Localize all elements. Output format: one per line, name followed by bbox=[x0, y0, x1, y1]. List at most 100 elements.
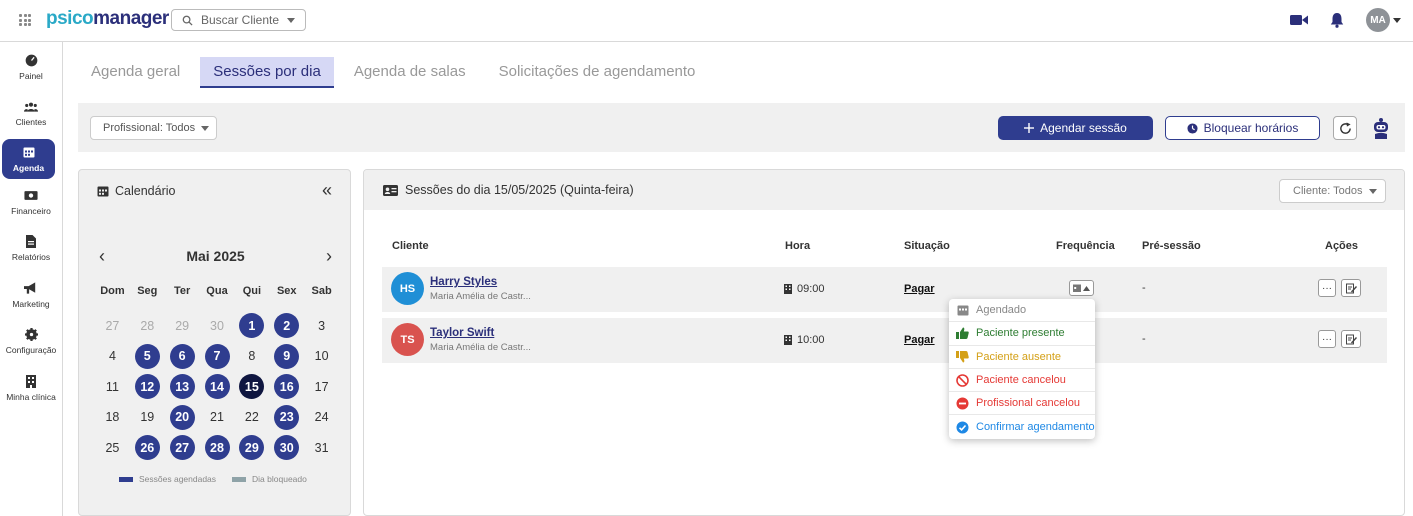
calendar-day[interactable]: 18 bbox=[95, 402, 130, 433]
calendar-day[interactable]: 22 bbox=[234, 402, 269, 433]
calendar-day[interactable]: 5 bbox=[130, 341, 165, 372]
calendar-day[interactable]: 12 bbox=[130, 372, 165, 403]
sidebar-item-relatorios[interactable]: Relatórios bbox=[0, 226, 62, 273]
column-header-actions: Ações bbox=[1325, 240, 1359, 252]
tab-sessoes-por-dia[interactable]: Sessões por dia bbox=[200, 57, 334, 88]
pay-link[interactable]: Pagar bbox=[904, 283, 935, 295]
session-time: 09:00 bbox=[784, 283, 825, 295]
ban-icon bbox=[956, 373, 969, 387]
calendar-day[interactable]: 14 bbox=[200, 372, 235, 403]
calendar-day-number: 31 bbox=[314, 440, 329, 455]
report-icon bbox=[24, 235, 38, 249]
refresh-button[interactable] bbox=[1333, 116, 1357, 140]
calendar-day[interactable]: 8 bbox=[234, 341, 269, 372]
calendar-day[interactable]: 10 bbox=[304, 341, 339, 372]
block-hours-button[interactable]: Bloquear horários bbox=[1165, 116, 1320, 140]
client-filter[interactable]: Cliente: Todos bbox=[1279, 179, 1386, 203]
weekday-header: Dom bbox=[100, 285, 125, 297]
sidebar-item-agenda[interactable]: Agenda bbox=[2, 139, 55, 179]
client-name-link[interactable]: Harry Styles bbox=[430, 276, 497, 288]
calendar-day[interactable]: 23 bbox=[269, 402, 304, 433]
calendar-day[interactable]: 13 bbox=[165, 372, 200, 403]
professional-filter[interactable]: Profissional: Todos bbox=[90, 116, 217, 140]
menu-item-paciente-ausente[interactable]: Paciente ausente bbox=[949, 346, 1095, 369]
menu-item-paciente-cancelou[interactable]: Paciente cancelou bbox=[949, 369, 1095, 393]
calendar-day[interactable]: 30 bbox=[200, 311, 235, 342]
sidebar-item-marketing[interactable]: Marketing bbox=[0, 272, 62, 319]
calendar-day[interactable]: 27 bbox=[95, 311, 130, 342]
next-month-icon[interactable]: › bbox=[320, 246, 338, 267]
calendar-day[interactable]: 30 bbox=[269, 433, 304, 464]
calendar-day[interactable]: 16 bbox=[269, 372, 304, 403]
calendar-day-number: 1 bbox=[239, 313, 265, 339]
client-name-link[interactable]: Taylor Swift bbox=[430, 327, 494, 339]
app-logo[interactable]: psicomanager bbox=[46, 8, 169, 30]
user-menu[interactable]: MA bbox=[1366, 8, 1401, 32]
calendar-panel: Calendário « ‹ Mai 2025 › Dom Seg Ter Qua Qu… bbox=[78, 169, 351, 516]
more-options-button[interactable]: ··· bbox=[1318, 279, 1336, 297]
calendar-day[interactable]: 1 bbox=[234, 311, 269, 342]
menu-item-profissional-cancelou[interactable]: Profissional cancelou bbox=[949, 392, 1095, 416]
calendar-day-today[interactable]: 15 bbox=[234, 372, 269, 403]
menu-item-confirmar-agendamento[interactable]: Confirmar agendamento bbox=[949, 415, 1095, 438]
video-icon[interactable] bbox=[1290, 14, 1308, 26]
sidebar-item-configuracao[interactable]: Configuração bbox=[0, 319, 62, 366]
calendar-day-number: 7 bbox=[204, 343, 230, 369]
previous-month-icon[interactable]: ‹ bbox=[93, 246, 111, 267]
sidebar-item-painel[interactable]: Painel bbox=[0, 44, 62, 91]
assistant-robot-icon[interactable] bbox=[1371, 117, 1391, 139]
tab-agenda-geral[interactable]: Agenda geral bbox=[78, 57, 193, 88]
session-time-value: 10:00 bbox=[797, 334, 825, 346]
pay-link[interactable]: Pagar bbox=[904, 334, 935, 346]
sidebar-item-clientes[interactable]: Clientes bbox=[0, 91, 62, 138]
calendar-day[interactable]: 19 bbox=[130, 402, 165, 433]
calendar-day[interactable]: 2 bbox=[269, 311, 304, 342]
client-search[interactable]: Buscar Cliente bbox=[171, 9, 306, 31]
calendar-day[interactable]: 27 bbox=[165, 433, 200, 464]
calendar-day[interactable]: 11 bbox=[95, 372, 130, 403]
bell-icon[interactable] bbox=[1330, 12, 1344, 28]
calendar-day[interactable]: 28 bbox=[130, 311, 165, 342]
frequency-dropdown-button[interactable] bbox=[1069, 280, 1094, 296]
calendar-day[interactable]: 17 bbox=[304, 372, 339, 403]
calendar-day[interactable]: 7 bbox=[200, 341, 235, 372]
calendar-day[interactable]: 21 bbox=[200, 402, 235, 433]
sidebar-item-financeiro[interactable]: Financeiro bbox=[0, 179, 62, 226]
calendar-day-number: 25 bbox=[105, 440, 120, 455]
column-header-status: Situação bbox=[904, 240, 950, 252]
sidebar-item-minha-clinica[interactable]: Minha clínica bbox=[0, 365, 62, 412]
calendar-day[interactable]: 4 bbox=[95, 341, 130, 372]
calendar-day-number: 12 bbox=[134, 374, 160, 400]
calendar-day[interactable]: 26 bbox=[130, 433, 165, 464]
more-options-button[interactable]: ··· bbox=[1318, 330, 1336, 348]
edit-notes-button[interactable] bbox=[1341, 279, 1361, 297]
calendar-day[interactable]: 29 bbox=[234, 433, 269, 464]
calendar-day-number: 18 bbox=[105, 410, 120, 425]
edit-note-icon bbox=[1345, 334, 1357, 344]
client-avatar: TS bbox=[391, 323, 424, 356]
calendar-day[interactable]: 20 bbox=[165, 402, 200, 433]
calendar-day[interactable]: 6 bbox=[165, 341, 200, 372]
apps-grid-icon[interactable] bbox=[19, 14, 31, 26]
menu-item-agendado[interactable]: Agendado bbox=[949, 299, 1095, 323]
calendar-day[interactable]: 25 bbox=[95, 433, 130, 464]
edit-notes-button[interactable] bbox=[1341, 330, 1361, 348]
sidebar-item-label: Relatórios bbox=[11, 252, 51, 263]
schedule-session-button[interactable]: Agendar sessão bbox=[998, 116, 1153, 140]
tab-solicitacoes[interactable]: Solicitações de agendamento bbox=[486, 57, 709, 88]
sessions-title: Sessões do dia 15/05/2025 (Quinta-feira) bbox=[405, 183, 634, 197]
calendar-day[interactable]: 3 bbox=[304, 311, 339, 342]
calendar-day[interactable]: 31 bbox=[304, 433, 339, 464]
menu-item-paciente-presente[interactable]: Paciente presente bbox=[949, 322, 1095, 346]
calendar-day[interactable]: 28 bbox=[200, 433, 235, 464]
collapse-icon[interactable]: « bbox=[322, 180, 332, 201]
calendar-icon bbox=[22, 146, 36, 159]
calendar-day[interactable]: 24 bbox=[304, 402, 339, 433]
calendar-day[interactable]: 9 bbox=[269, 341, 304, 372]
calendar-day[interactable]: 29 bbox=[165, 311, 200, 342]
calendar-day-number: 22 bbox=[244, 410, 259, 425]
tab-agenda-de-salas[interactable]: Agenda de salas bbox=[341, 57, 479, 88]
calendar-icon bbox=[97, 186, 109, 197]
building-icon bbox=[784, 284, 792, 294]
chevron-down-icon bbox=[201, 125, 210, 131]
